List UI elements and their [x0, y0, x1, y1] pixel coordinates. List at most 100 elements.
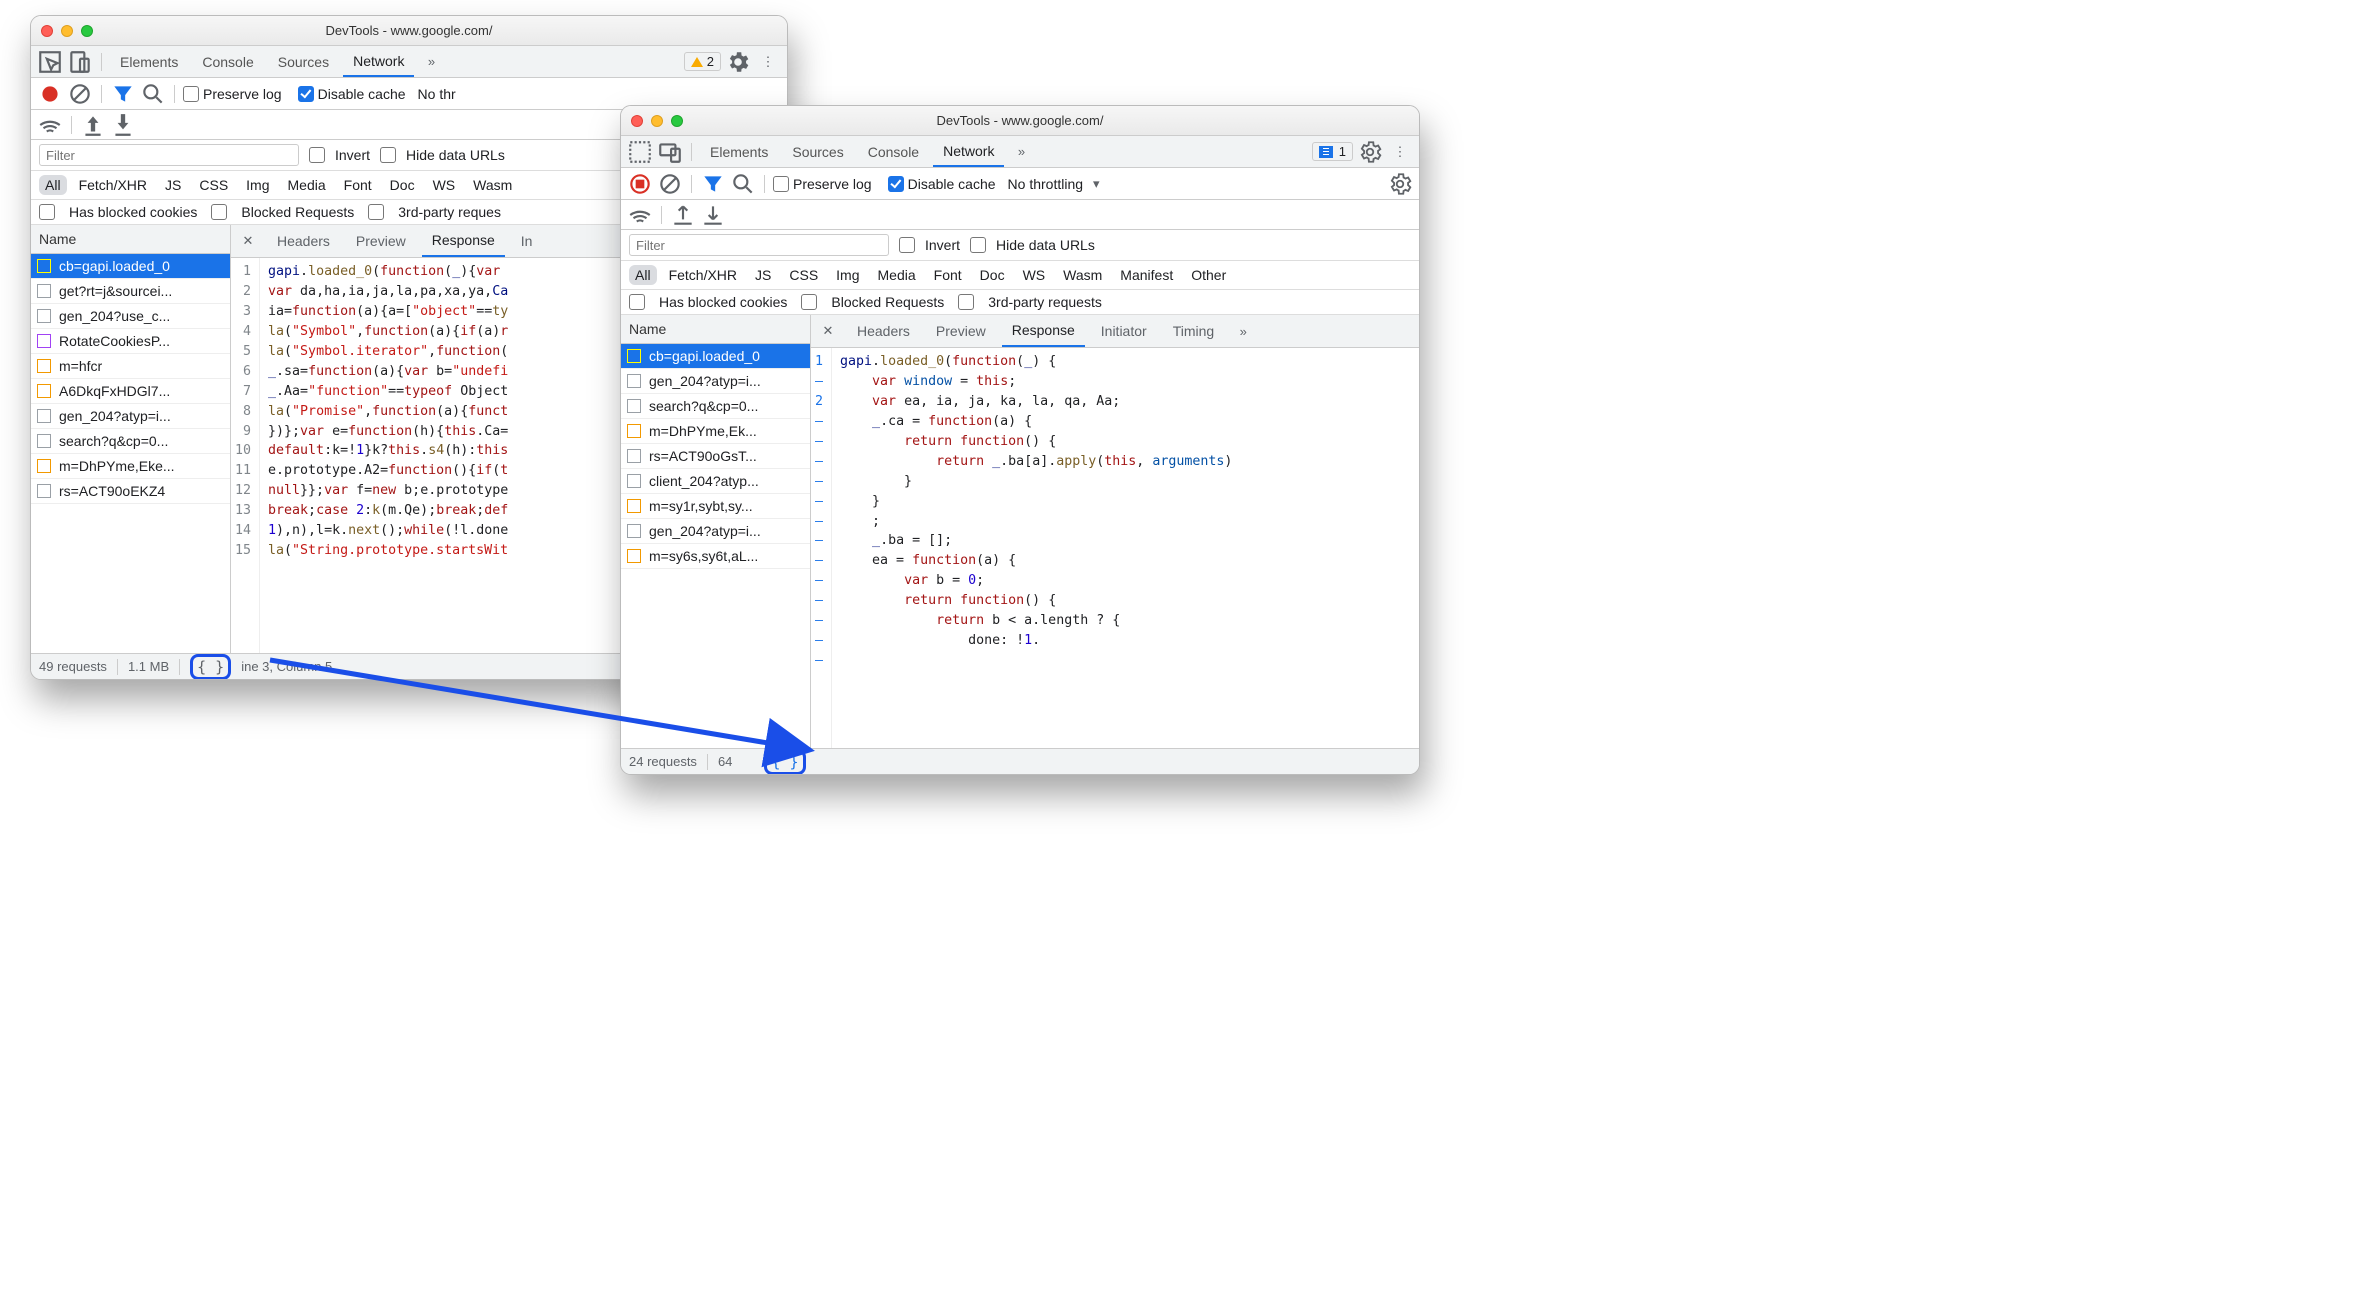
inspect-icon[interactable]: [37, 49, 63, 75]
tab-network[interactable]: Network: [933, 137, 1004, 167]
third-party-checkbox[interactable]: [368, 204, 384, 220]
record-icon[interactable]: [627, 171, 653, 197]
request-row[interactable]: cb=gapi.loaded_0: [31, 254, 230, 279]
request-row[interactable]: m=sy6s,sy6t,aL...: [621, 544, 810, 569]
invert-checkbox[interactable]: [899, 237, 915, 253]
dtab-initiator[interactable]: Initiator: [1091, 316, 1157, 346]
type-all[interactable]: All: [629, 265, 657, 285]
more-tabs-icon[interactable]: »: [418, 49, 444, 75]
maximize-icon[interactable]: [671, 115, 683, 127]
request-row[interactable]: rs=ACT90oEKZ4: [31, 479, 230, 504]
type-ws[interactable]: WS: [427, 175, 462, 195]
close-detail-icon[interactable]: ✕: [235, 228, 261, 254]
type-font[interactable]: Font: [928, 265, 968, 285]
type-wasm[interactable]: Wasm: [467, 175, 518, 195]
filter-input[interactable]: [629, 234, 889, 256]
request-row[interactable]: m=sy1r,sybt,sy...: [621, 494, 810, 519]
warnings-badge[interactable]: 2: [684, 52, 721, 71]
filter-icon[interactable]: [700, 171, 726, 197]
tab-elements[interactable]: Elements: [700, 138, 778, 166]
request-row[interactable]: cb=gapi.loaded_0: [621, 344, 810, 369]
request-row[interactable]: search?q&cp=0...: [31, 429, 230, 454]
type-js[interactable]: JS: [159, 175, 187, 195]
blocked-req-checkbox[interactable]: [211, 204, 227, 220]
blocked-cookies-checkbox[interactable]: [629, 294, 645, 310]
record-icon[interactable]: [37, 81, 63, 107]
more-tabs-icon[interactable]: »: [1008, 139, 1034, 165]
invert-checkbox[interactable]: [309, 147, 325, 163]
blocked-req-checkbox[interactable]: [801, 294, 817, 310]
type-fetch/xhr[interactable]: Fetch/XHR: [663, 265, 743, 285]
hide-data-checkbox[interactable]: [970, 237, 986, 253]
network-conditions-icon[interactable]: [37, 112, 63, 138]
name-column-header[interactable]: Name: [621, 315, 810, 344]
type-doc[interactable]: Doc: [384, 175, 421, 195]
dtab-preview[interactable]: Preview: [926, 316, 996, 346]
dtab-headers[interactable]: Headers: [267, 226, 340, 256]
close-icon[interactable]: [41, 25, 53, 37]
pretty-print-button[interactable]: { }: [764, 749, 805, 775]
request-row[interactable]: rs=ACT90oGsT...: [621, 444, 810, 469]
hide-data-checkbox[interactable]: [380, 147, 396, 163]
close-icon[interactable]: [631, 115, 643, 127]
search-icon[interactable]: [140, 81, 166, 107]
tab-console[interactable]: Console: [192, 48, 263, 76]
request-row[interactable]: get?rt=j&sourcei...: [31, 279, 230, 304]
response-code[interactable]: 1 – 2 – – – – – – – – – – – – – gapi.loa…: [811, 348, 1419, 748]
upload-icon[interactable]: [80, 112, 106, 138]
dtab-headers[interactable]: Headers: [847, 316, 920, 346]
throttling-select[interactable]: No throttling: [1008, 176, 1083, 192]
request-row[interactable]: gen_204?atyp=i...: [621, 519, 810, 544]
blocked-cookies-checkbox[interactable]: [39, 204, 55, 220]
dtab-timing[interactable]: Timing: [1163, 316, 1225, 346]
dtab-preview[interactable]: Preview: [346, 226, 416, 256]
type-doc[interactable]: Doc: [974, 265, 1011, 285]
type-font[interactable]: Font: [338, 175, 378, 195]
request-row[interactable]: client_204?atyp...: [621, 469, 810, 494]
download-icon[interactable]: [110, 112, 136, 138]
search-icon[interactable]: [730, 171, 756, 197]
request-row[interactable]: gen_204?atyp=i...: [31, 404, 230, 429]
tab-network[interactable]: Network: [343, 47, 414, 77]
more-tabs-icon[interactable]: »: [1230, 318, 1256, 344]
close-detail-icon[interactable]: ✕: [815, 318, 841, 344]
network-conditions-icon[interactable]: [627, 202, 653, 228]
settings-icon[interactable]: [1357, 139, 1383, 165]
dtab-response[interactable]: Response: [1002, 315, 1085, 347]
type-other[interactable]: Other: [1185, 265, 1232, 285]
name-column-header[interactable]: Name: [31, 225, 230, 254]
request-row[interactable]: m=DhPYme,Ek...: [621, 419, 810, 444]
tab-sources[interactable]: Sources: [782, 138, 853, 166]
device-icon[interactable]: [67, 49, 93, 75]
minimize-icon[interactable]: [651, 115, 663, 127]
request-row[interactable]: m=DhPYme,Eke...: [31, 454, 230, 479]
settings-icon[interactable]: [725, 49, 751, 75]
minimize-icon[interactable]: [61, 25, 73, 37]
tab-console[interactable]: Console: [858, 138, 929, 166]
filter-icon[interactable]: [110, 81, 136, 107]
type-js[interactable]: JS: [749, 265, 777, 285]
network-settings-icon[interactable]: [1387, 171, 1413, 197]
clear-icon[interactable]: [657, 171, 683, 197]
type-ws[interactable]: WS: [1017, 265, 1052, 285]
request-row[interactable]: gen_204?use_c...: [31, 304, 230, 329]
request-row[interactable]: m=hfcr: [31, 354, 230, 379]
type-manifest[interactable]: Manifest: [1114, 265, 1179, 285]
maximize-icon[interactable]: [81, 25, 93, 37]
tab-sources[interactable]: Sources: [268, 48, 339, 76]
kebab-icon[interactable]: ⋮: [755, 49, 781, 75]
preserve-log-checkbox[interactable]: [183, 86, 199, 102]
download-icon[interactable]: [700, 202, 726, 228]
type-css[interactable]: CSS: [193, 175, 234, 195]
type-img[interactable]: Img: [240, 175, 275, 195]
type-css[interactable]: CSS: [783, 265, 824, 285]
issues-badge[interactable]: 1: [1312, 142, 1353, 161]
throttling-select[interactable]: No thr: [418, 86, 456, 102]
disable-cache-checkbox[interactable]: [888, 176, 904, 192]
device-icon[interactable]: [657, 139, 683, 165]
type-all[interactable]: All: [39, 175, 67, 195]
disable-cache-checkbox[interactable]: [298, 86, 314, 102]
third-party-checkbox[interactable]: [958, 294, 974, 310]
request-row[interactable]: RotateCookiesP...: [31, 329, 230, 354]
dtab-initiator[interactable]: In: [511, 226, 543, 256]
